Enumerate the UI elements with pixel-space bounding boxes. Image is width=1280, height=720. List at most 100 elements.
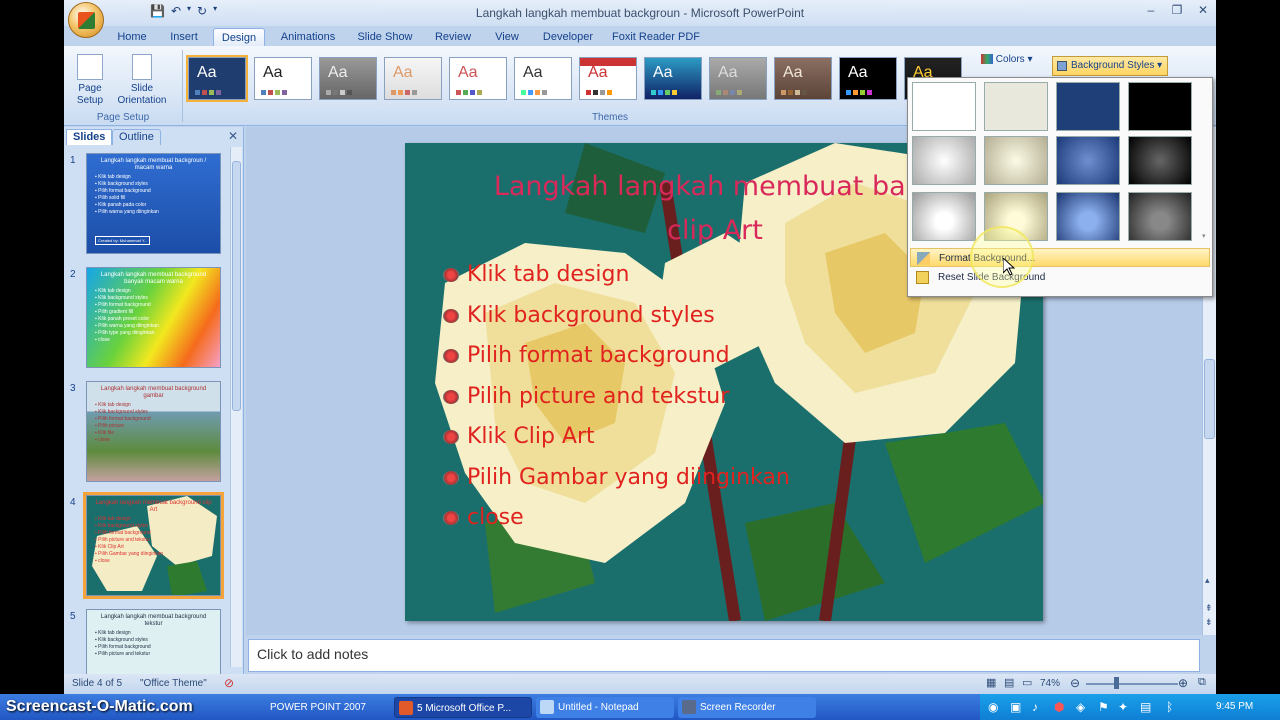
minimize-icon[interactable]: – (1138, 0, 1164, 20)
zoom-slider-thumb[interactable] (1114, 677, 1119, 689)
taskbar-item-microsoft-office[interactable]: 5 Microsoft Office P... (394, 697, 532, 718)
slide-scroll-thumb[interactable] (1204, 359, 1215, 439)
slide-show-view-icon[interactable]: ▭ (1022, 676, 1032, 689)
theme-thumbnail[interactable]: Aa (644, 57, 702, 100)
tab-animations[interactable]: Animations (274, 28, 342, 46)
background-style-swatch[interactable] (984, 82, 1048, 131)
background-style-swatch[interactable] (1128, 192, 1192, 241)
tab-outline[interactable]: Outline (112, 129, 161, 145)
colors-button[interactable]: Colors ▾ (981, 54, 1049, 68)
ribbon-tabs: Home Insert Design Animations Slide Show… (64, 26, 1216, 46)
tray-display-icon[interactable]: ▤ (1140, 700, 1151, 714)
background-style-swatch[interactable] (1056, 82, 1120, 131)
slide-bullet-item: close (443, 498, 790, 539)
theme-thumbnail[interactable]: Aa (449, 57, 507, 100)
scroll-up-icon[interactable]: ▴ (1205, 575, 1210, 586)
theme-thumbnail[interactable]: Aa (579, 57, 637, 100)
gallery-scroll[interactable]: ▾ (1202, 82, 1210, 242)
slide-bullet-list[interactable]: Klik tab design Klik background styles Pil… (443, 255, 790, 539)
spell-check-icon[interactable]: ⊘ (224, 676, 234, 690)
zoom-out-icon[interactable]: ⊖ (1070, 676, 1080, 690)
notes-pane[interactable]: Click to add notes (248, 639, 1200, 672)
previous-slide-icon[interactable]: ⇞ (1205, 603, 1213, 614)
pane-scroll-thumb[interactable] (232, 161, 241, 411)
notepad-app-icon (540, 700, 554, 714)
background-style-swatch[interactable] (912, 82, 976, 131)
zoom-in-icon[interactable]: ⊕ (1178, 676, 1188, 690)
background-style-swatch[interactable] (1056, 136, 1120, 185)
theme-thumbnail[interactable]: Aa (186, 55, 248, 102)
background-style-swatch[interactable] (984, 136, 1048, 185)
slide-sorter-view-icon[interactable]: ▤ (1004, 676, 1014, 689)
tab-developer[interactable]: Developer (536, 28, 600, 46)
tab-review[interactable]: Review (429, 28, 477, 46)
theme-thumbnail[interactable]: Aa (839, 57, 897, 100)
theme-thumbnail[interactable]: Aa (384, 57, 442, 100)
tab-view[interactable]: View (487, 28, 527, 46)
theme-thumbnail[interactable]: Aa (319, 57, 377, 100)
next-slide-icon[interactable]: ⇟ (1205, 617, 1213, 628)
colors-icon (981, 54, 993, 65)
background-style-swatch[interactable] (912, 192, 976, 241)
slide-thumbnail-4[interactable]: Langkah langkah membuat background clip … (83, 492, 224, 599)
slide-thumbnail-bullet: ▪ Pilih picture and tekstur (95, 537, 151, 543)
slide-thumbnail-bullet: ▪ Klik background styles (95, 409, 148, 415)
zoom-slider[interactable] (1086, 683, 1178, 685)
slide-thumbnail-1[interactable]: Langkah langkah membuat backgroun / maca… (86, 153, 221, 254)
restore-icon[interactable]: ❐ (1164, 0, 1190, 20)
reset-slide-background-menu-item[interactable]: Reset Slide Background (910, 268, 1210, 287)
slide-number: 4 (70, 497, 76, 508)
tab-slides[interactable]: Slides (66, 129, 113, 145)
slide-thumbnail-bullet: ▪ Pilih format background (95, 302, 151, 308)
format-background-menu-item[interactable]: Format Background... (910, 248, 1210, 267)
normal-view-icon[interactable]: ▦ (986, 676, 996, 689)
slide-thumbnail-title: Langkah langkah membuat backgroun / maca… (100, 158, 207, 171)
slide-thumbnail-bullet: ▪ Pilih format background (95, 530, 151, 536)
page-setup-button[interactable]: Page Setup (72, 54, 108, 107)
theme-thumbnail[interactable]: Aa (254, 57, 312, 100)
close-icon[interactable]: ✕ (1190, 0, 1216, 20)
rose-bullet-icon (443, 511, 459, 526)
taskbar-item-powerpoint-2007[interactable]: POWER POINT 2007 (268, 697, 388, 718)
slide-bullet-item: Pilih format background (443, 336, 790, 377)
taskbar-item-label: 5 Microsoft Office P... (417, 703, 512, 714)
antivirus-icon[interactable]: ⬢ (1054, 700, 1064, 714)
taskbar-item-screen-recorder[interactable]: Screen Recorder (678, 697, 816, 718)
tab-foxit-reader-pdf[interactable]: Foxit Reader PDF (610, 28, 702, 46)
tab-insert[interactable]: Insert (164, 28, 204, 46)
slide-thumbnail-bullet: ▪ Klik tab design (95, 174, 131, 180)
slide-number: 5 (70, 611, 76, 622)
slide-thumbnail-2[interactable]: Langkah langkah membuat background banya… (86, 267, 221, 368)
slide-bullet-item: Pilih picture and tekstur (443, 377, 790, 418)
cursor-highlight (970, 226, 1034, 288)
office-button[interactable] (68, 2, 104, 38)
background-style-swatch[interactable] (1056, 192, 1120, 241)
volume-icon[interactable]: ♪ (1032, 700, 1038, 714)
theme-sample-text: Aa (588, 64, 608, 81)
background-style-swatch[interactable] (1128, 82, 1192, 131)
tray-update-icon[interactable]: ✦ (1118, 700, 1128, 714)
tab-slide-show[interactable]: Slide Show (353, 28, 417, 46)
background-styles-button[interactable]: Background Styles ▾ (1052, 56, 1168, 76)
pane-scrollbar[interactable] (230, 147, 242, 667)
network-icon[interactable]: ▣ (1010, 700, 1021, 714)
tray-bluetooth-icon[interactable]: ᛒ (1166, 700, 1173, 714)
language-icon[interactable]: ◉ (988, 700, 998, 714)
close-pane-icon[interactable]: ✕ (228, 129, 238, 143)
status-bar: Slide 4 of 5 "Office Theme" ⊘ ▦ ▤ ▭ 74% … (64, 674, 1216, 694)
gallery-down-icon[interactable]: ▾ (1202, 232, 1206, 240)
tray-safety-icon[interactable]: ⚑ (1098, 700, 1109, 714)
fit-to-window-icon[interactable]: ⧉ (1198, 676, 1206, 689)
rose-bullet-icon (443, 470, 459, 485)
taskbar-item-notepad[interactable]: Untitled - Notepad (536, 697, 674, 718)
theme-thumbnail[interactable]: Aa (709, 57, 767, 100)
slide-thumbnail-3[interactable]: Langkah langkah membuat background gamba… (86, 381, 221, 482)
background-style-swatch[interactable] (912, 136, 976, 185)
theme-thumbnail[interactable]: Aa (774, 57, 832, 100)
tab-design[interactable]: Design (213, 28, 265, 46)
tray-app-icon[interactable]: ◈ (1076, 700, 1085, 714)
background-style-swatch[interactable] (1128, 136, 1192, 185)
slide-orientation-button[interactable]: Slide Orientation (114, 54, 170, 107)
tab-home[interactable]: Home (112, 28, 152, 46)
theme-thumbnail[interactable]: Aa (514, 57, 572, 100)
